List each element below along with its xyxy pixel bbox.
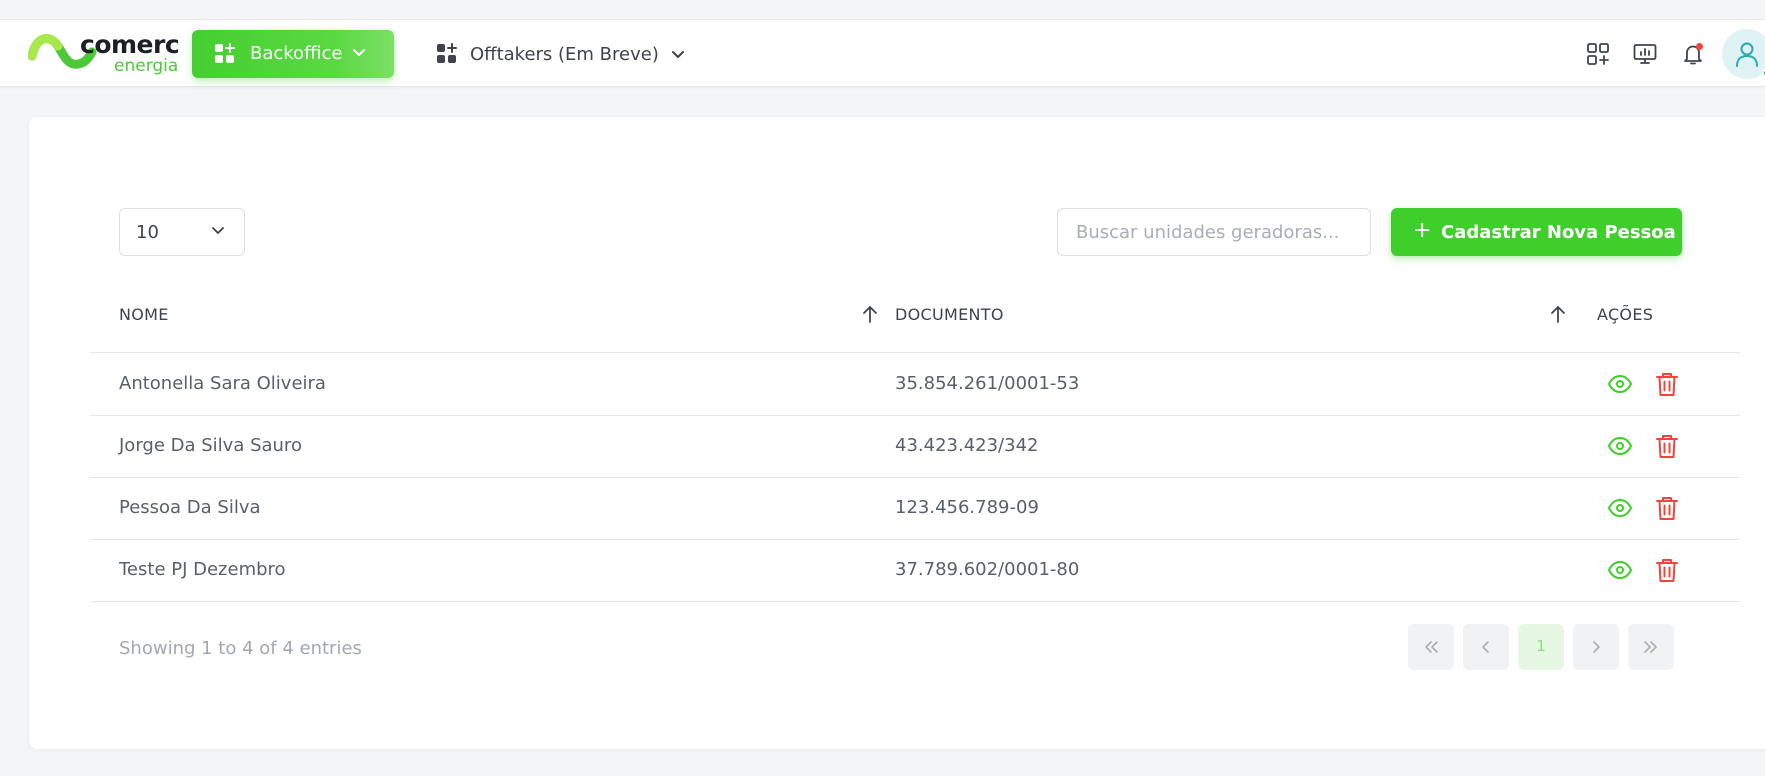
previous-page-button[interactable] xyxy=(1463,624,1509,670)
sort-arrow-up-icon[interactable] xyxy=(1549,304,1567,324)
cell-nome: Pessoa Da Silva xyxy=(119,497,261,518)
monitor-icon[interactable] xyxy=(1633,42,1657,66)
apps-add-icon xyxy=(215,43,235,63)
eye-icon[interactable] xyxy=(1607,371,1633,397)
trash-icon[interactable] xyxy=(1654,371,1680,397)
eye-icon[interactable] xyxy=(1607,557,1633,583)
chevron-down-icon xyxy=(671,51,684,58)
top-strip xyxy=(0,0,1765,19)
chevron-left-icon xyxy=(1482,641,1489,653)
trash-icon[interactable] xyxy=(1654,495,1680,521)
new-person-label: Cadastrar Nova Pessoa xyxy=(1441,222,1676,243)
cell-nome: Antonella Sara Oliveira xyxy=(119,373,326,394)
chevron-down-icon xyxy=(353,49,365,56)
chevrons-left-icon xyxy=(1425,641,1438,653)
table-row: Jorge Da Silva Sauro 43.423.423/342 xyxy=(90,416,1740,478)
new-person-button[interactable]: + Cadastrar Nova Pessoa xyxy=(1391,208,1682,256)
last-page-button[interactable] xyxy=(1628,624,1674,670)
chevrons-right-icon xyxy=(1644,641,1657,653)
apps-add-icon xyxy=(437,43,457,63)
column-header-acoes: AÇÕES xyxy=(1597,305,1654,324)
trash-icon[interactable] xyxy=(1654,557,1680,583)
page-1-button[interactable]: 1 xyxy=(1518,624,1564,670)
backoffice-label: Backoffice xyxy=(250,43,343,64)
table-row: Teste PJ Dezembro 37.789.602/0001-80 xyxy=(90,540,1740,602)
next-page-button[interactable] xyxy=(1573,624,1619,670)
plus-icon: + xyxy=(1413,218,1432,243)
offtakers-label: Offtakers (Em Breve) xyxy=(470,43,659,65)
notification-dot xyxy=(1696,43,1703,50)
table-row: Pessoa Da Silva 123.456.789-09 xyxy=(90,478,1740,540)
eye-icon[interactable] xyxy=(1607,433,1633,459)
backoffice-menu-button[interactable]: Backoffice xyxy=(192,30,394,78)
cell-nome: Teste PJ Dezembro xyxy=(119,559,286,580)
table-header: NOME DOCUMENTO AÇÕES xyxy=(90,277,1740,353)
bell-icon[interactable] xyxy=(1681,42,1705,66)
cell-documento: 37.789.602/0001-80 xyxy=(895,559,1080,580)
sort-arrow-up-icon[interactable] xyxy=(861,304,879,324)
top-navbar: comerc energia Backoffice Offtakers (Em … xyxy=(0,19,1765,87)
column-header-documento[interactable]: DOCUMENTO xyxy=(895,305,1004,324)
offtakers-menu-button[interactable]: Offtakers (Em Breve) xyxy=(436,30,685,78)
user-avatar[interactable] xyxy=(1722,29,1765,79)
apps-add-icon[interactable] xyxy=(1586,42,1610,66)
column-header-nome[interactable]: NOME xyxy=(119,305,169,324)
cell-nome: Jorge Da Silva Sauro xyxy=(119,435,302,456)
cell-documento: 123.456.789-09 xyxy=(895,497,1039,518)
user-icon xyxy=(1736,42,1758,67)
entries-info: Showing 1 to 4 of 4 entries xyxy=(119,638,362,659)
page-number: 1 xyxy=(1536,637,1546,655)
logo-word-energia: energia xyxy=(114,56,179,76)
table-row: Antonella Sara Oliveira 35.854.261/0001-… xyxy=(90,354,1740,416)
people-card: 10 + Cadastrar Nova Pessoa NOME DOCUMENT… xyxy=(29,117,1765,749)
comerc-logo[interactable]: comerc energia xyxy=(28,30,180,78)
per-page-value: 10 xyxy=(136,222,159,243)
search-input[interactable] xyxy=(1057,208,1371,256)
entries-per-page-select[interactable]: 10 xyxy=(119,208,245,256)
chevron-down-icon xyxy=(212,227,224,234)
chevron-right-icon xyxy=(1593,641,1600,653)
logo-word-comerc: comerc xyxy=(80,30,180,59)
cell-documento: 35.854.261/0001-53 xyxy=(895,373,1080,394)
eye-icon[interactable] xyxy=(1607,495,1633,521)
cell-documento: 43.423.423/342 xyxy=(895,435,1039,456)
first-page-button[interactable] xyxy=(1408,624,1454,670)
trash-icon[interactable] xyxy=(1654,433,1680,459)
